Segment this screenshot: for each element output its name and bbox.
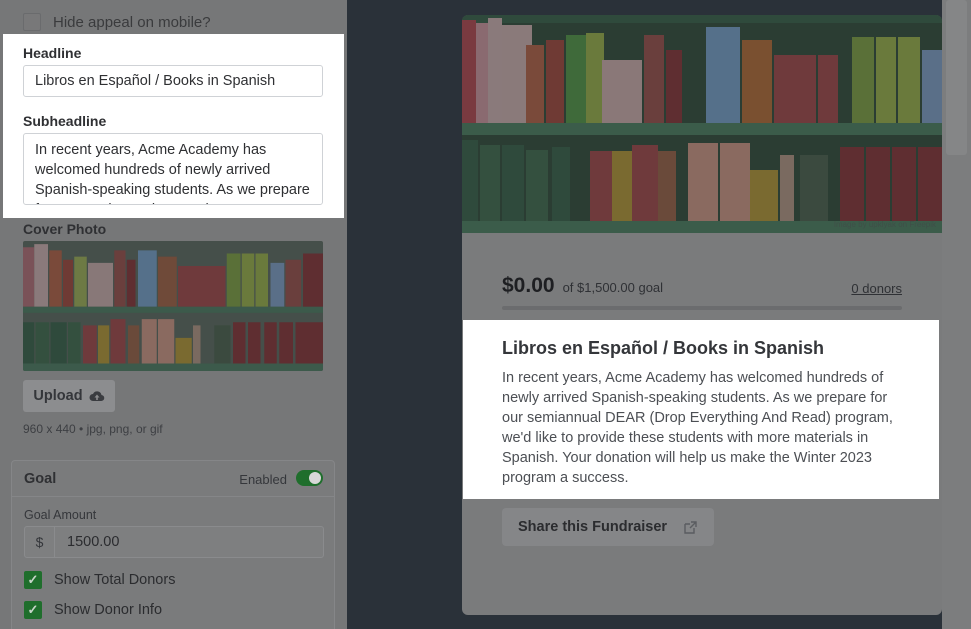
image-credit: Image by upklyak on Freepik xyxy=(833,220,936,229)
share-label: Share this Fundraiser xyxy=(518,519,668,535)
upload-button[interactable]: Upload xyxy=(23,380,115,412)
hide-appeal-row[interactable]: Hide appeal on mobile? xyxy=(23,13,211,31)
cloud-upload-icon xyxy=(89,391,104,402)
headline-label: Headline xyxy=(23,45,82,61)
hide-appeal-checkbox[interactable] xyxy=(23,13,41,31)
check-icon[interactable]: ✓ xyxy=(24,571,42,589)
cover-photo-label: Cover Photo xyxy=(23,221,107,237)
show-total-donors-row[interactable]: ✓ Show Total Donors xyxy=(24,571,175,589)
goal-header: Goal Enabled xyxy=(12,461,334,497)
goal-amount-value[interactable]: 1500.00 xyxy=(55,527,119,557)
goal-amount-label: Goal Amount xyxy=(24,508,97,522)
scrollbar[interactable] xyxy=(942,0,971,629)
goal-progress-bar xyxy=(502,306,902,310)
show-donor-info-label: Show Donor Info xyxy=(54,602,163,618)
goal-text: of $1,500.00 goal xyxy=(562,280,664,295)
fundraiser-title: Libros en Español / Books in Spanish xyxy=(502,338,825,358)
donors-link[interactable]: 0 donors xyxy=(851,281,902,296)
upload-label: Upload xyxy=(33,388,83,404)
cover-photo-preview xyxy=(462,15,942,233)
fundraiser-preview-card: Image by upklyak on Freepik $0.00 of $1,… xyxy=(462,15,942,615)
share-fundraiser-button[interactable]: Share this Fundraiser xyxy=(502,508,714,546)
cover-photo-thumbnail xyxy=(23,241,323,371)
bookshelf-illustration xyxy=(23,241,323,371)
subheadline-textarea[interactable]: In recent years, Acme Academy has welcom… xyxy=(23,133,323,205)
scrollbar-thumb[interactable] xyxy=(946,0,967,155)
raised-amount: $0.00 xyxy=(502,274,555,297)
goal-enabled-label: Enabled xyxy=(239,472,287,487)
editor-panel: Hide appeal on mobile? Headline Libros e… xyxy=(0,0,347,629)
subheadline-label: Subheadline xyxy=(23,113,107,129)
show-donor-info-row[interactable]: ✓ Show Donor Info xyxy=(24,601,162,619)
goal-section: Goal Enabled Goal Amount $ 1500.00 ✓ Sho… xyxy=(11,460,335,629)
amount-row: $0.00 of $1,500.00 goal xyxy=(502,274,663,298)
currency-prefix: $ xyxy=(25,527,55,557)
goal-amount-field[interactable]: $ 1500.00 xyxy=(24,526,324,558)
show-total-donors-label: Show Total Donors xyxy=(54,572,176,588)
fundraiser-description: In recent years, Acme Academy has welcom… xyxy=(502,370,893,486)
goal-enabled-toggle[interactable] xyxy=(296,470,323,486)
hide-appeal-label: Hide appeal on mobile? xyxy=(53,13,211,31)
external-link-icon xyxy=(684,520,697,534)
upload-hint: 960 x 440 • jpg, png, or gif xyxy=(23,422,163,436)
check-icon[interactable]: ✓ xyxy=(24,601,42,619)
headline-input[interactable]: Libros en Español / Books in Spanish xyxy=(23,65,323,97)
goal-title: Goal xyxy=(24,471,57,487)
